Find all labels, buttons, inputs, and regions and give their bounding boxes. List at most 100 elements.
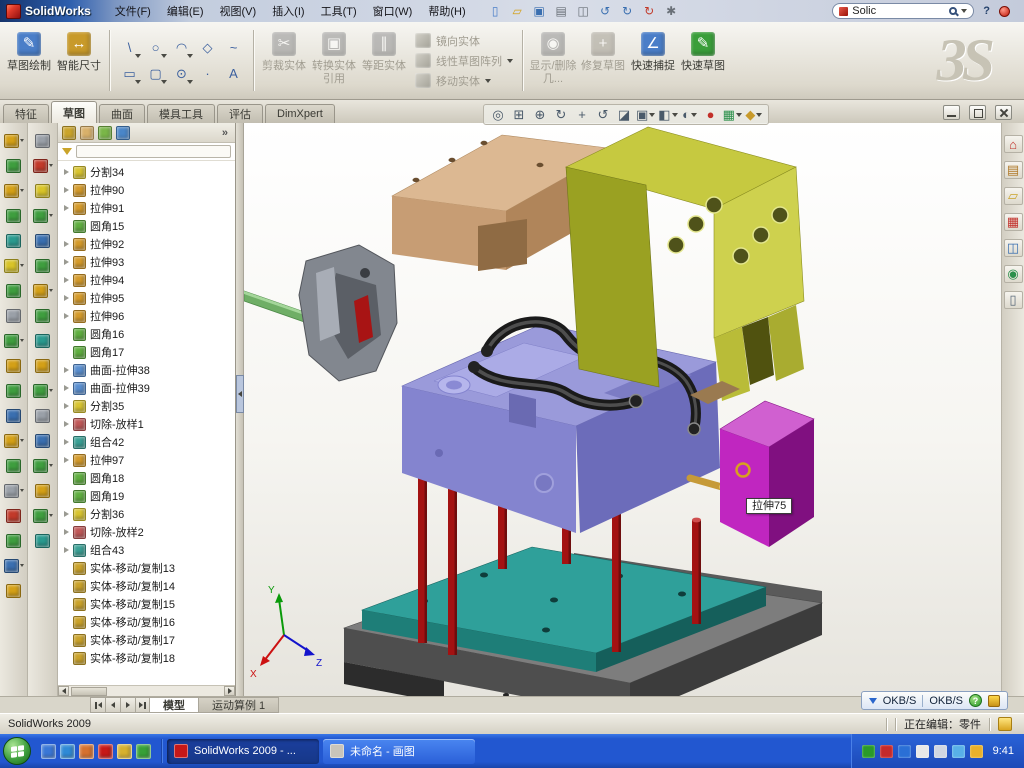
lofted-boss-icon[interactable] xyxy=(6,206,21,225)
quick-tips-icon[interactable] xyxy=(998,717,1012,731)
save-icon[interactable]: ▣ xyxy=(530,3,549,20)
command-tab-1[interactable]: 草图 xyxy=(51,101,97,123)
command-tab-4[interactable]: 评估 xyxy=(217,104,263,123)
tree-item-24[interactable]: 实体-移动/复制15 xyxy=(64,595,235,613)
sketch-tool-icon[interactable] xyxy=(33,156,53,175)
move-entities-button[interactable]: 移动实体 xyxy=(415,73,513,89)
print-preview-icon[interactable]: ◫ xyxy=(574,3,593,20)
tree-item-2[interactable]: 拉伸91 xyxy=(64,199,235,217)
command-tab-5[interactable]: DimXpert xyxy=(265,104,335,123)
zoom-to-area-icon[interactable]: ⊞ xyxy=(510,106,528,124)
expand-arrow-icon[interactable] xyxy=(64,403,69,409)
rotate-view-icon[interactable]: ↻ xyxy=(552,106,570,124)
start-button[interactable] xyxy=(3,737,31,765)
search-dropdown-icon[interactable] xyxy=(961,9,967,13)
tree-item-15[interactable]: 组合42 xyxy=(64,433,235,451)
undo-icon[interactable]: ↺ xyxy=(596,3,615,20)
new-document-icon[interactable]: ▯ xyxy=(486,3,505,20)
smart-dimension-button[interactable]: ↔智能尺寸 xyxy=(54,24,104,97)
curves-icon[interactable] xyxy=(6,506,21,525)
command-tab-3[interactable]: 模具工具 xyxy=(147,104,215,123)
command-tab-2[interactable]: 曲面 xyxy=(99,104,145,123)
hole-wizard-icon[interactable] xyxy=(4,256,24,275)
tree-item-5[interactable]: 拉伸93 xyxy=(64,253,235,271)
pattern-icon[interactable] xyxy=(6,306,21,325)
expand-arrow-icon[interactable] xyxy=(64,205,69,211)
section-view-icon[interactable]: ◪ xyxy=(615,106,633,124)
extruded-cut-icon[interactable] xyxy=(6,231,21,250)
linear-sketch-pattern-button[interactable]: 线性草图阵列 xyxy=(415,53,513,69)
previous-view-icon[interactable]: ↺ xyxy=(594,106,612,124)
solidworks-resources-icon[interactable]: ⌂ xyxy=(1004,135,1023,153)
mirror-feature-icon[interactable] xyxy=(6,456,21,475)
select-icon[interactable] xyxy=(35,131,50,150)
display-delete-relations-button[interactable]: ◉显示/删除几... xyxy=(528,24,578,97)
offset-flyout-icon[interactable] xyxy=(35,356,50,375)
tree-item-17[interactable]: 圆角18 xyxy=(64,469,235,487)
messenger-icon[interactable] xyxy=(136,744,151,759)
shell-icon[interactable] xyxy=(6,406,21,425)
spline-flyout-icon[interactable] xyxy=(33,281,53,300)
tree-item-9[interactable]: 圆角16 xyxy=(64,325,235,343)
menu-item-3[interactable]: 插入(I) xyxy=(264,0,312,22)
slot-tool[interactable]: ▢ xyxy=(143,61,168,86)
mirror-entities-button[interactable]: 镜向实体 xyxy=(415,33,513,49)
update-tray-icon[interactable] xyxy=(970,745,983,758)
expand-arrow-icon[interactable] xyxy=(64,259,69,265)
convert-flyout-icon[interactable] xyxy=(35,331,50,350)
graphics-viewport[interactable]: Y X Z 拉伸75 xyxy=(244,123,1001,696)
line-flyout-icon[interactable] xyxy=(33,206,53,225)
view-settings-icon[interactable]: ◆ xyxy=(745,106,763,124)
print-icon[interactable]: ▤ xyxy=(552,3,571,20)
ellipse-tool[interactable]: ⊙ xyxy=(169,61,194,86)
mirror-flyout-icon[interactable] xyxy=(33,381,53,400)
tree-item-19[interactable]: 分割36 xyxy=(64,505,235,523)
search-input[interactable]: Solic xyxy=(852,5,945,17)
spline-tool[interactable]: ~ xyxy=(221,35,246,60)
pattern-flyout-icon[interactable] xyxy=(35,406,50,425)
expand-arrow-icon[interactable] xyxy=(64,439,69,445)
quick-snaps-button[interactable]: ∠快速捕捉 xyxy=(628,24,678,97)
internet-explorer-icon[interactable] xyxy=(60,744,75,759)
antivirus-tray-icon[interactable] xyxy=(880,745,893,758)
input-method-tray-icon[interactable] xyxy=(916,745,929,758)
configurationmanager-tab-icon[interactable] xyxy=(98,126,112,140)
taskbar-window-0[interactable]: SolidWorks 2009 - ... xyxy=(167,739,319,764)
tree-item-27[interactable]: 实体-移动/复制18 xyxy=(64,649,235,667)
redo-icon[interactable]: ↻ xyxy=(618,3,637,20)
plane-icon[interactable] xyxy=(35,481,50,500)
line-tool[interactable]: \ xyxy=(117,35,142,60)
scroll-left-icon[interactable] xyxy=(58,686,69,696)
rebuild-icon[interactable]: ↻ xyxy=(640,3,659,20)
tree-item-13[interactable]: 分割35 xyxy=(64,397,235,415)
swept-boss-icon[interactable] xyxy=(4,181,24,200)
tree-item-8[interactable]: 拉伸96 xyxy=(64,307,235,325)
menu-item-4[interactable]: 工具(T) xyxy=(313,0,365,22)
hide-show-items-icon[interactable]: ◐ xyxy=(681,106,699,124)
next-tab-icon[interactable] xyxy=(120,697,135,713)
volume-tray-icon[interactable] xyxy=(934,745,947,758)
tree-item-21[interactable]: 组合43 xyxy=(64,541,235,559)
arc-tool[interactable]: ◠ xyxy=(169,35,194,60)
tree-item-26[interactable]: 实体-移动/复制17 xyxy=(64,631,235,649)
rapid-sketch-button[interactable]: ✎快速草图 xyxy=(678,24,728,97)
tree-item-11[interactable]: 曲面-拉伸38 xyxy=(64,361,235,379)
scroll-right-icon[interactable] xyxy=(224,686,235,696)
tree-item-18[interactable]: 圆角19 xyxy=(64,487,235,505)
circle-tool[interactable]: ○ xyxy=(143,35,168,60)
overlay-help-icon[interactable]: ? xyxy=(969,694,982,707)
tree-item-6[interactable]: 拉伸94 xyxy=(64,271,235,289)
sketch-button[interactable]: ✎草图绘制 xyxy=(4,24,54,97)
fillet-icon[interactable] xyxy=(4,331,24,350)
media-player-icon[interactable] xyxy=(79,744,94,759)
show-desktop-icon[interactable] xyxy=(41,744,56,759)
instant3d-icon[interactable] xyxy=(6,531,21,550)
polygon-tool[interactable]: ◇ xyxy=(195,35,220,60)
convert-entities-button[interactable]: ▣转换实体引用 xyxy=(309,24,359,97)
expand-arrow-icon[interactable] xyxy=(64,367,69,373)
filter-input[interactable] xyxy=(76,145,231,158)
model-canvas[interactable]: Y X Z xyxy=(244,123,1001,696)
restore-document-icon[interactable] xyxy=(969,105,986,120)
tree-item-14[interactable]: 切除-放样1 xyxy=(64,415,235,433)
my-documents-icon[interactable] xyxy=(117,744,132,759)
